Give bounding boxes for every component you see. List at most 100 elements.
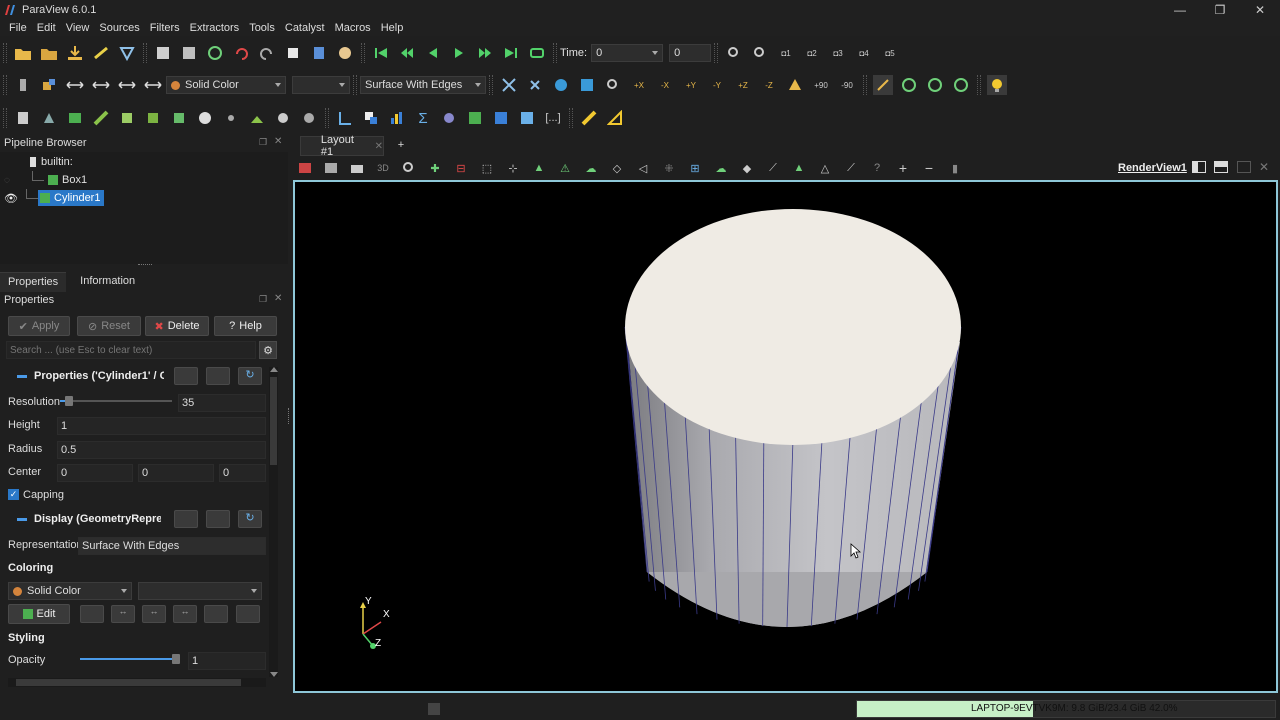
reverse-play-icon[interactable] [423,43,443,63]
menu-macros[interactable]: Macros [335,22,371,34]
reset-camera-closest-icon[interactable] [525,75,545,95]
rotate-minus-90-icon[interactable]: -90 [837,75,857,95]
apply-button[interactable]: ✔ Apply [8,316,70,336]
delete-colormap-button[interactable] [236,605,260,623]
annotation-icon[interactable]: △ [815,158,835,178]
light-bulb-icon[interactable] [987,75,1007,95]
close-view-icon[interactable]: ✕ [1259,160,1269,174]
radius-field[interactable]: 0.5 [57,441,266,459]
glyph-icon[interactable] [169,108,189,128]
edit-colormap-button[interactable]: Edit [8,604,70,624]
edit-colormap-icon[interactable] [39,75,59,95]
properties-search-input[interactable] [6,341,256,359]
camera-slot-5-icon[interactable]: ◘ 5 [880,43,900,63]
maximize-button[interactable]: ❐ [1200,0,1240,20]
extract-block-icon[interactable] [299,108,319,128]
tab-information[interactable]: Information [72,272,143,292]
collapse-section-icon[interactable] [17,375,27,378]
save-state-icon[interactable] [153,43,173,63]
select-through-icon[interactable]: ◇ [607,158,627,178]
brackets-icon[interactable]: [...] [543,108,563,128]
camera-undo-icon[interactable] [724,43,744,63]
opacity-slider[interactable] [80,654,180,664]
time-field[interactable]: 0 [591,44,664,62]
redo-icon[interactable] [257,43,277,63]
temporal-stats-icon[interactable] [491,108,511,128]
menu-sources[interactable]: Sources [99,22,139,34]
query-icon[interactable]: ? [867,158,887,178]
choose-preset-button[interactable] [204,605,228,623]
rotate-ccw-icon[interactable] [925,75,945,95]
splitter-handle[interactable] [138,264,152,267]
clear-selection-icon[interactable]: ◁ [633,158,653,178]
undo-icon[interactable] [231,43,251,63]
extract-subset-icon[interactable] [143,108,163,128]
camera-slot-3-icon[interactable]: ◘ 3 [828,43,848,63]
copy-props-button[interactable] [174,367,198,385]
camera-slot-1-icon[interactable]: ◘ 1 [776,43,796,63]
split-vertical-icon[interactable] [321,158,341,178]
minimize-button[interactable]: — [1160,0,1200,20]
menu-extractors[interactable]: Extractors [190,22,240,34]
calculator-icon[interactable] [13,108,33,128]
history-icon[interactable] [205,43,225,63]
add-layout-tab-button[interactable]: + [390,139,412,151]
connect-icon[interactable] [91,43,111,63]
scroll-down-icon[interactable] [270,672,278,677]
protractor-icon[interactable] [605,108,625,128]
center-y-field[interactable]: 0 [138,464,214,482]
clip-icon[interactable] [65,108,85,128]
grow-selection-icon[interactable]: ⁜ [659,158,679,178]
resolution-slider[interactable] [60,396,172,406]
paste-props-button[interactable] [206,367,230,385]
rotate-center-icon[interactable] [899,75,919,95]
menu-tools[interactable]: Tools [249,22,275,34]
camera-redo-icon[interactable] [750,43,770,63]
scroll-up-icon[interactable] [270,367,278,372]
slice-icon[interactable] [91,108,111,128]
select-polygon-icon[interactable]: ⊹ [503,158,523,178]
color-component-select[interactable] [292,76,350,94]
plot-data-icon[interactable] [465,108,485,128]
reset-display-button[interactable]: ↻ [238,510,262,528]
height-field[interactable]: 1 [57,417,266,435]
select-cells-icon[interactable]: ✚ [425,158,445,178]
macro-icon[interactable] [309,43,329,63]
pipeline-root[interactable]: builtin: [30,154,73,170]
select-frustum-icon[interactable]: ⬚ [477,158,497,178]
play-icon[interactable] [449,43,469,63]
eye-hidden-icon[interactable]: ◌ [4,175,18,186]
select-points-icon[interactable]: ⊟ [451,158,471,178]
split-view-vertical-icon[interactable] [1214,161,1228,173]
rescale-time-button[interactable]: ↔ [142,605,166,623]
zoom-box-icon[interactable] [399,158,419,178]
rescale-custom-range-icon[interactable] [91,75,111,95]
menu-catalyst[interactable]: Catalyst [285,22,325,34]
representation-select[interactable]: Surface With Edges [360,76,486,94]
loop-icon[interactable] [527,43,547,63]
minus-icon[interactable]: − [919,158,939,178]
python-shell-icon[interactable] [283,43,303,63]
next-frame-icon[interactable] [475,43,495,63]
ruler-view-icon[interactable]: ⟋ [841,158,861,178]
paste-display-button[interactable] [206,510,230,528]
edit-selection-icon[interactable]: ⟋ [763,158,783,178]
rescale-time-range-icon[interactable] [117,75,137,95]
render-view-label[interactable]: RenderView1 [1118,162,1187,174]
status-grip-icon[interactable] [428,703,440,715]
extract-level-icon[interactable] [273,108,293,128]
close-window-button[interactable]: ✕ [1240,0,1280,20]
shrink-selection-icon[interactable]: ⊞ [685,158,705,178]
reset-camera-icon[interactable] [499,75,519,95]
hover-points-icon[interactable]: ⚠ [555,158,575,178]
pipeline-item-box1[interactable]: ◌ Box1 [4,171,87,188]
memory-usage-bar[interactable]: LAPTOP-9EVTVK9M: 9.8 GiB/23.4 GiB 42.0% [856,700,1276,718]
stream-tracer-icon[interactable] [195,108,215,128]
descriptive-stats-icon[interactable] [439,108,459,128]
recent-files-icon[interactable] [39,43,59,63]
menu-help[interactable]: Help [381,22,404,34]
scrollbar-thumb[interactable] [270,377,277,465]
collapse-section-icon[interactable] [17,518,27,521]
properties-scrollbar[interactable] [269,367,278,677]
menu-filters[interactable]: Filters [150,22,180,34]
